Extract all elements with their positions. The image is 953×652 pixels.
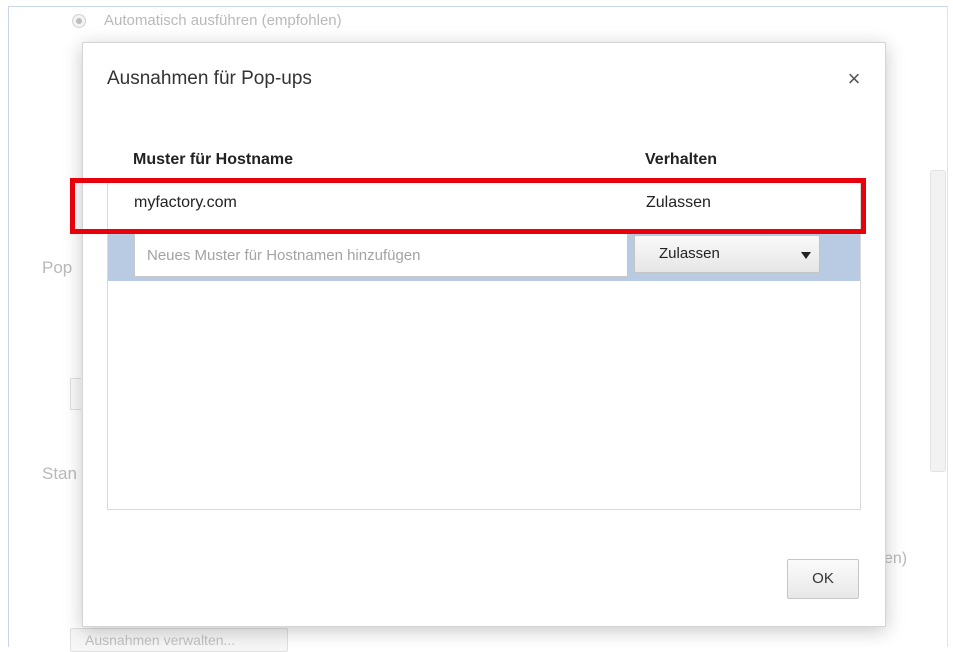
- column-header-behavior: Verhalten: [645, 151, 718, 168]
- section-standort-label: Stan: [42, 464, 77, 483]
- manage-exceptions-button[interactable]: Ausnahmen verwalten...: [70, 628, 288, 652]
- ok-button[interactable]: OK: [787, 559, 859, 599]
- popup-exceptions-dialog: Ausnahmen für Pop-ups × Muster für Hostn…: [82, 42, 886, 627]
- new-hostname-pattern-input[interactable]: [134, 233, 628, 277]
- background-field: [70, 378, 81, 410]
- list-item[interactable]: myfactory.com Zulassen: [108, 183, 860, 223]
- section-popup-label: Pop: [42, 258, 73, 277]
- radio-autorun[interactable]: [72, 14, 86, 28]
- new-entry-row: Zulassen: [108, 229, 860, 281]
- background-scrollbar[interactable]: [930, 170, 946, 472]
- behavior-select[interactable]: Zulassen: [634, 235, 820, 273]
- chevron-down-icon: [801, 252, 811, 259]
- right-fragment-label: en): [884, 550, 908, 567]
- column-header-hostname: Muster für Hostname: [133, 151, 294, 168]
- behavior-select-value: Zulassen: [659, 245, 720, 262]
- row-behavior: Zulassen: [646, 194, 711, 211]
- dialog-title: Ausnahmen für Pop-ups: [107, 68, 312, 89]
- radio-autorun-label: Automatisch ausführen (empfohlen): [104, 12, 342, 29]
- exceptions-list: myfactory.com Zulassen Zulassen: [107, 183, 861, 510]
- row-hostname: myfactory.com: [134, 194, 237, 211]
- close-icon[interactable]: ×: [843, 67, 865, 91]
